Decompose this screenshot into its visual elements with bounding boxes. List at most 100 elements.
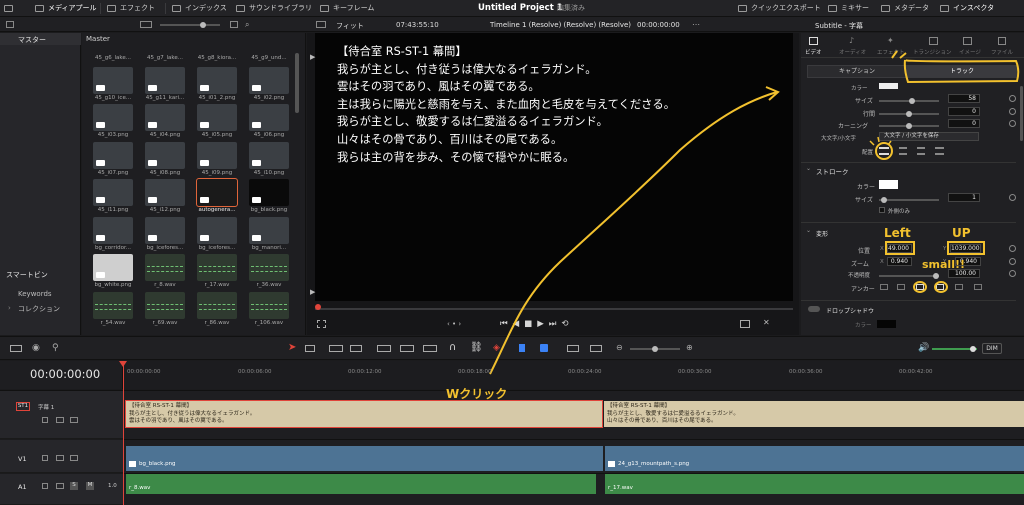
media-item-label: 45_i01_2.png: [198, 94, 236, 101]
media-item-label: 45_i05.png: [201, 132, 233, 138]
clip-image-icon: [96, 84, 105, 91]
clip-image-icon: [148, 234, 157, 241]
media-item-thumbnail[interactable]: [93, 141, 133, 169]
media-item-label: 45_g7_lake...: [146, 55, 183, 61]
media-item-label: bg_corridor...: [95, 244, 131, 251]
clip-image-icon: [148, 159, 157, 166]
media-item-thumbnail[interactable]: [145, 66, 185, 94]
clip-image-icon: [200, 234, 209, 241]
ruler-timecode: 00:00:36:00: [789, 369, 823, 375]
annotation-up: UP: [952, 226, 971, 240]
media-item-thumbnail[interactable]: [249, 104, 289, 131]
media-item-label: 45_i09.png: [201, 169, 233, 176]
clip-image-icon: [148, 122, 157, 128]
media-item-label: bg_white.png: [94, 282, 132, 288]
media-item-thumbnail[interactable]: [145, 104, 185, 131]
media-item-label: 45_g9_und...: [251, 55, 287, 61]
clip-image-icon: [200, 159, 209, 166]
media-item-label: r_54.wav: [100, 319, 126, 326]
media-item-label: 45_i11.png: [97, 207, 129, 213]
media-item-label: r_36.wav: [256, 282, 282, 288]
ruler-timecode: 00:00:24:00: [568, 369, 602, 375]
media-item-thumbnail[interactable]: [249, 141, 289, 169]
clip-image-icon: [200, 122, 209, 128]
track-button-highlight: [903, 59, 1020, 84]
clip-image-icon: [252, 159, 261, 166]
media-item-label: 45_i10.png: [253, 169, 285, 176]
media-item-thumbnail[interactable]: [145, 179, 185, 206]
media-item-label: 45_i07.png: [97, 169, 129, 176]
clip-image-icon: [96, 234, 105, 241]
media-item-thumbnail[interactable]: [249, 179, 289, 206]
annotation-small: small!!: [922, 258, 966, 271]
media-item-thumbnail[interactable]: [93, 66, 133, 94]
clip-image-icon: [148, 197, 157, 203]
media-item-thumbnail[interactable]: [249, 291, 289, 319]
ruler-timecode: 00:00:12:00: [348, 369, 382, 375]
media-item-thumbnail[interactable]: [249, 66, 289, 94]
media-item-thumbnail[interactable]: [197, 254, 237, 281]
media-item-thumbnail[interactable]: [145, 216, 185, 244]
media-item-thumbnail[interactable]: [249, 216, 289, 244]
ruler-timecode: 00:00:42:00: [899, 369, 933, 375]
annotation-left: Left: [884, 226, 911, 240]
media-item-thumbnail[interactable]: [145, 254, 185, 281]
media-item-label: 45_i04.png: [149, 132, 181, 138]
media-item-label: 45_i02.png: [253, 94, 285, 101]
media-item-label: r_106.wav: [254, 319, 284, 326]
clip-image-icon: [96, 197, 105, 203]
media-item-thumbnail[interactable]: [93, 179, 133, 206]
media-item-label: 45_i03.png: [97, 132, 129, 138]
media-item-label: bg_black.png: [250, 207, 288, 213]
media-item-thumbnail[interactable]: [249, 254, 289, 281]
clip-image-icon: [96, 272, 105, 278]
clip-image-icon: [252, 84, 261, 91]
media-item-label: r_8.wav: [154, 282, 176, 288]
media-item-label: bg_icefores...: [198, 244, 236, 251]
media-item-label: 45_g6_lake...: [94, 55, 131, 61]
anchor-center-highlight: [934, 281, 948, 293]
media-item-label: bg_icefores...: [146, 244, 184, 251]
clip-image-icon: [96, 122, 105, 128]
media-item-label: r_69.wav: [152, 319, 178, 326]
media-item-thumbnail[interactable]: [197, 141, 237, 169]
media-item-thumbnail[interactable]: [93, 254, 133, 281]
media-item-thumbnail[interactable]: [93, 291, 133, 319]
media-item-thumbnail[interactable]: [197, 104, 237, 131]
media-item-thumbnail[interactable]: [145, 141, 185, 169]
media-item-thumbnail[interactable]: [145, 291, 185, 319]
media-item-label: bg_manori...: [251, 244, 287, 251]
media-item-thumbnail[interactable]: [197, 216, 237, 244]
media-item-thumbnail[interactable]: [93, 104, 133, 131]
clip-image-icon: [200, 84, 209, 91]
ruler-timecode: 00:00:06:00: [238, 369, 272, 375]
ruler-timecode: 00:00:30:00: [678, 369, 712, 375]
media-item-label: 45_g8_kiora...: [197, 55, 237, 61]
media-item-label: 45_g10_ice...: [94, 94, 132, 101]
annotation-arrow: [489, 91, 778, 375]
clip-image-icon: [200, 197, 209, 203]
annotation-double-click: Wクリック: [446, 387, 508, 401]
position-x-highlight: [885, 241, 915, 255]
ruler-timecode: 00:00:18:00: [458, 369, 492, 375]
clip-image-icon: [148, 84, 157, 91]
align-left-highlight: [875, 142, 893, 160]
clip-image-icon: [252, 122, 261, 128]
clip-image-icon: [252, 197, 261, 203]
media-item-thumbnail[interactable]: [197, 66, 237, 94]
clip-image-icon: [96, 159, 105, 166]
media-item-label: 45_i12.png: [149, 207, 181, 213]
anchor-left-highlight: [913, 281, 927, 293]
ruler-timecode: 00:00:00:00: [127, 369, 161, 375]
clip-image-icon: [252, 234, 261, 241]
media-item-label: 45_g11_kari...: [145, 94, 185, 101]
media-item-thumbnail[interactable]: [93, 216, 133, 244]
media-item-label: r_86.wav: [204, 319, 230, 326]
media-item-label: 45_i06.png: [253, 132, 285, 138]
position-y-highlight: [947, 241, 985, 255]
resolve-window: メディアプール エフェクト インデックス サウンドライブラリ キーフレーム Un…: [0, 0, 1024, 505]
media-item-label: r_17.wav: [204, 282, 230, 288]
media-item-thumbnail[interactable]: [197, 291, 237, 319]
media-item-thumbnail[interactable]: [196, 178, 238, 207]
media-item-label: 45_i08.png: [149, 169, 181, 176]
